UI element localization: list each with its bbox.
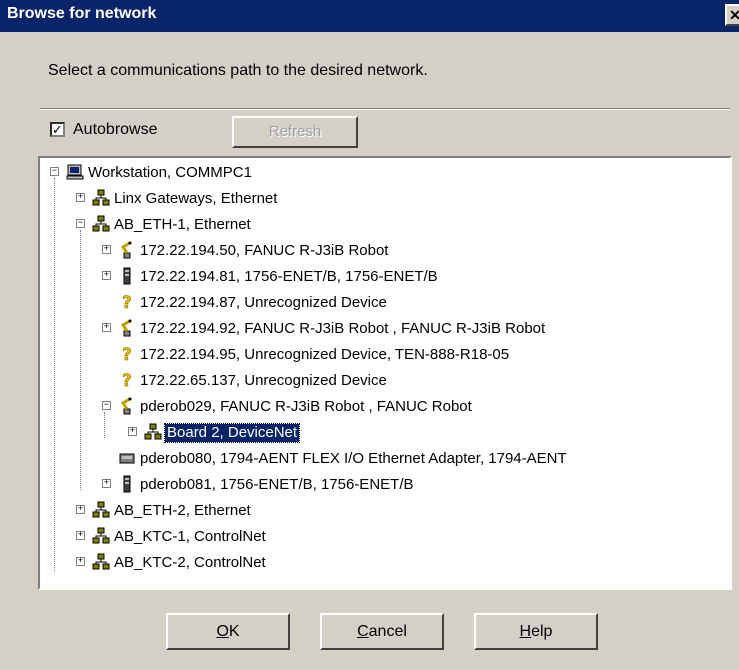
tree-item-label: AB_KTC-1, ControlNet (114, 528, 266, 545)
unknown-device-icon: ? (118, 371, 136, 392)
instruction-text: Select a communications path to the desi… (48, 62, 428, 79)
help-button[interactable]: Help (474, 613, 598, 650)
robot-icon (118, 397, 136, 415)
computer-icon (66, 163, 84, 181)
tree-item-label: pderob029, FANUC R-J3iB Robot , FANUC Ro… (140, 398, 472, 415)
autobrowse-checkbox[interactable]: ✓ (50, 122, 65, 137)
refresh-button[interactable]: Refresh (232, 116, 358, 148)
browse-for-network-dialog: Browse for network ✕ Select a communicat… (0, 0, 739, 670)
network-icon (92, 553, 110, 571)
tree-item-label: 172.22.194.92, FANUC R-J3iB Robot , FANU… (140, 320, 546, 337)
autobrowse-label: Autobrowse (73, 121, 158, 138)
expand-icon[interactable]: + (76, 531, 85, 540)
tree-item-label: Linx Gateways, Ethernet (114, 190, 278, 207)
ok-label: K (228, 623, 240, 640)
tree-item-label: AB_KTC-2, ControlNet (114, 554, 266, 571)
expand-icon[interactable]: + (76, 557, 85, 566)
adapter-icon (118, 449, 136, 467)
collapse-icon[interactable]: − (102, 401, 111, 410)
network-icon (92, 501, 110, 519)
svg-text:?: ? (122, 371, 132, 389)
expand-icon[interactable]: + (102, 479, 111, 488)
help-mnemonic: H (519, 623, 532, 640)
robot-icon (118, 241, 136, 259)
svg-text:?: ? (122, 345, 132, 363)
tree-item-label: Workstation, COMMPC1 (88, 164, 252, 181)
tree-item-label: 172.22.65.137, Unrecognized Device (140, 372, 387, 389)
unknown-device-icon: ? (118, 345, 136, 366)
expand-icon[interactable]: + (102, 271, 111, 280)
tree-item-label: AB_ETH-2, Ethernet (114, 502, 251, 519)
tree-item-label: 172.22.194.50, FANUC R-J3iB Robot (140, 242, 389, 259)
robot-icon (118, 319, 136, 337)
network-icon (92, 527, 110, 545)
ok-mnemonic: O (216, 623, 229, 640)
tree-connector (54, 178, 55, 572)
tree-connector (104, 412, 105, 438)
tree-item-label: 172.22.194.95, Unrecognized Device, TEN-… (140, 346, 510, 363)
title-bar[interactable]: Browse for network ✕ (0, 0, 739, 32)
collapse-icon[interactable]: − (50, 167, 59, 176)
svg-text:?: ? (122, 293, 132, 311)
cancel-mnemonic: C (357, 623, 369, 640)
ok-button[interactable]: OK (166, 613, 290, 650)
tree-item-label: 172.22.194.87, Unrecognized Device (140, 294, 387, 311)
unknown-device-icon: ? (118, 293, 136, 314)
module-icon (118, 267, 136, 285)
network-tree-view[interactable]: − Workstation, COMMPC1 + Linx Gateways, … (38, 156, 732, 590)
tree-item-label: pderob081, 1756-ENET/B, 1756-ENET/B (140, 476, 414, 493)
tree-item-label: AB_ETH-1, Ethernet (114, 216, 251, 233)
checkmark-icon: ✓ (52, 122, 63, 137)
collapse-icon[interactable]: − (76, 219, 85, 228)
close-button[interactable]: ✕ (725, 4, 739, 26)
cancel-button[interactable]: Cancel (320, 613, 444, 650)
window-title: Browse for network (7, 5, 157, 22)
expand-icon[interactable]: + (128, 427, 137, 436)
tree-item-label: Board 2, DeviceNet (163, 423, 301, 443)
network-icon (144, 423, 162, 441)
expand-icon[interactable]: + (76, 505, 85, 514)
cancel-label: ancel (368, 623, 407, 640)
module-icon (118, 475, 136, 493)
tree-item-label: pderob080, 1794-AENT FLEX I/O Ethernet A… (140, 450, 567, 467)
expand-icon[interactable]: + (102, 323, 111, 332)
expand-icon[interactable]: + (76, 193, 85, 202)
divider (40, 108, 730, 110)
expand-icon[interactable]: + (102, 245, 111, 254)
tree-connector (80, 230, 81, 490)
close-icon: ✕ (729, 7, 739, 23)
network-icon (92, 189, 110, 207)
help-label: elp (531, 623, 553, 640)
network-icon (92, 215, 110, 233)
tree-item-label: 172.22.194.81, 1756-ENET/B, 1756-ENET/B (140, 268, 438, 285)
